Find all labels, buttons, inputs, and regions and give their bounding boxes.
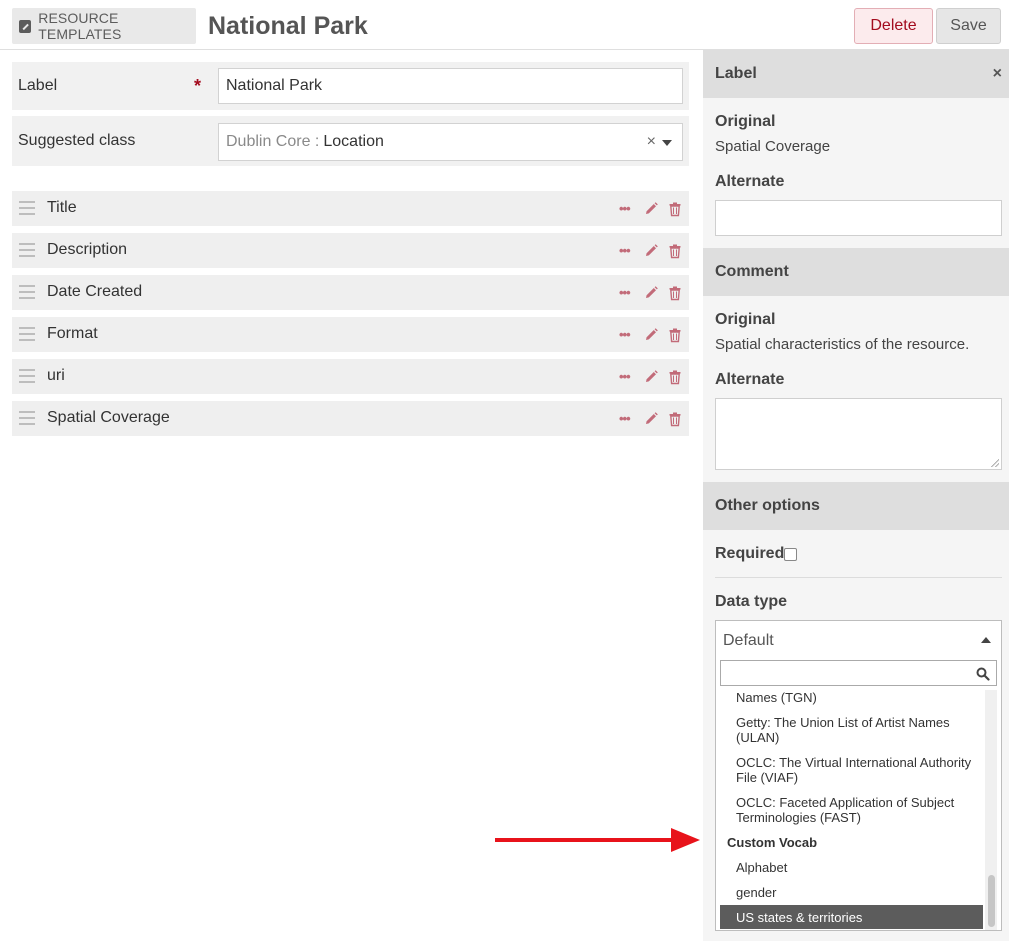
label-alternate-input[interactable]: [715, 200, 1002, 236]
dropdown-option[interactable]: Names (TGN): [720, 690, 983, 705]
property-label: Date Created: [47, 283, 143, 300]
dropdown-group-label: Custom Vocab: [727, 835, 818, 850]
save-button[interactable]: Save: [936, 8, 1001, 44]
property-actions: •••: [619, 243, 683, 259]
comment-section-title: Comment: [715, 263, 789, 280]
label-alternate-heading: Alternate: [715, 173, 785, 190]
dropdown-search-input[interactable]: [720, 660, 997, 686]
suggested-class-form-row: Suggested class Dublin Core : Location ×: [12, 116, 689, 166]
dropdown-scrollbar[interactable]: [985, 690, 997, 930]
drag-handle-icon[interactable]: [19, 411, 35, 425]
data-type-select[interactable]: Default: [715, 620, 1002, 660]
dropdown-option[interactable]: gender: [720, 885, 983, 900]
property-row[interactable]: Title •••: [12, 191, 689, 226]
drag-handle-icon[interactable]: [19, 243, 35, 257]
property-actions: •••: [619, 201, 683, 217]
trash-icon[interactable]: [667, 369, 683, 385]
trash-icon[interactable]: [667, 327, 683, 343]
other-options-heading: Other options: [703, 482, 1009, 530]
suggested-class-label: Suggested class: [18, 132, 136, 149]
pencil-icon[interactable]: [643, 369, 659, 385]
property-label: Title: [47, 199, 77, 216]
label-input[interactable]: National Park: [218, 68, 683, 104]
breadcrumb-label: RESOURCE TEMPLATES: [38, 10, 122, 42]
drag-handle-icon[interactable]: [19, 327, 35, 341]
close-icon[interactable]: ×: [993, 65, 1002, 83]
label-form-row: Label * National Park: [12, 62, 689, 110]
property-actions: •••: [619, 327, 683, 343]
resize-handle[interactable]: [991, 459, 999, 467]
property-actions: •••: [619, 369, 683, 385]
property-row[interactable]: Date Created •••: [12, 275, 689, 310]
label-original-value: Spatial Coverage: [715, 138, 831, 155]
label-field-label: Label: [18, 77, 58, 94]
trash-icon[interactable]: [667, 411, 683, 427]
trash-icon[interactable]: [667, 243, 683, 259]
data-type-dropdown: Names (TGN) Getty: The Union List of Art…: [715, 660, 1002, 931]
data-type-label: Data type: [715, 593, 788, 610]
comment-original-heading: Original: [715, 311, 776, 328]
more-options-icon[interactable]: •••: [619, 244, 635, 257]
other-options-title: Other options: [715, 497, 820, 514]
property-row[interactable]: uri •••: [12, 359, 689, 394]
label-section-heading: Label ×: [703, 50, 1009, 98]
trash-icon[interactable]: [667, 201, 683, 217]
chevron-up-icon[interactable]: [981, 637, 991, 643]
dropdown-option[interactable]: OCLC: Faceted Application of Subject Ter…: [720, 795, 983, 825]
dropdown-option-highlighted[interactable]: US states & territories: [720, 905, 983, 929]
label-original-heading: Original: [715, 113, 776, 130]
required-checkbox[interactable]: [784, 548, 797, 561]
more-options-icon[interactable]: •••: [619, 328, 635, 341]
pencil-icon[interactable]: [643, 285, 659, 301]
trash-icon[interactable]: [667, 285, 683, 301]
drag-handle-icon[interactable]: [19, 201, 35, 215]
comment-alternate-heading: Alternate: [715, 371, 785, 388]
drag-handle-icon[interactable]: [19, 369, 35, 383]
divider: [715, 577, 1002, 578]
breadcrumb-resource-templates[interactable]: RESOURCE TEMPLATES: [12, 8, 196, 44]
more-options-icon[interactable]: •••: [619, 202, 635, 215]
more-options-icon[interactable]: •••: [619, 286, 635, 299]
property-actions: •••: [619, 285, 683, 301]
red-arrow-icon: [495, 828, 700, 852]
pencil-icon[interactable]: [643, 411, 659, 427]
property-row[interactable]: Format •••: [12, 317, 689, 352]
data-type-value: Default: [723, 631, 774, 649]
class-vocabulary-prefix: Dublin Core :: [226, 133, 320, 150]
more-options-icon[interactable]: •••: [619, 370, 635, 383]
class-value: Location: [323, 133, 384, 150]
dropdown-scroll-thumb[interactable]: [988, 875, 995, 927]
pencil-icon[interactable]: [643, 243, 659, 259]
more-options-icon[interactable]: •••: [619, 412, 635, 425]
property-label: Format: [47, 325, 98, 342]
dropdown-option[interactable]: OCLC: The Virtual International Authorit…: [720, 755, 983, 785]
comment-section-heading: Comment: [703, 248, 1009, 296]
property-row[interactable]: Description •••: [12, 233, 689, 268]
property-label: uri: [47, 367, 65, 384]
edit-icon: [19, 19, 32, 33]
property-sidebar: Label × Original Spatial Coverage Altern…: [703, 50, 1009, 941]
property-actions: •••: [619, 411, 683, 427]
dropdown-option[interactable]: Alphabet: [720, 860, 983, 875]
clear-icon[interactable]: ×: [647, 133, 656, 151]
comment-alternate-textarea[interactable]: [715, 398, 1002, 470]
required-marker: *: [194, 76, 202, 96]
required-label: Required: [715, 545, 785, 562]
comment-original-value: Spatial characteristics of the resource.: [715, 336, 970, 353]
dropdown-option[interactable]: Getty: The Union List of Artist Names (U…: [720, 715, 983, 745]
chevron-down-icon[interactable]: [662, 140, 672, 146]
page-header: RESOURCE TEMPLATES National Park Delete …: [0, 0, 1009, 50]
search-icon: [976, 667, 990, 681]
label-section-title: Label: [715, 65, 757, 82]
page-title: National Park: [208, 12, 368, 40]
delete-button[interactable]: Delete: [854, 8, 933, 44]
pencil-icon[interactable]: [643, 201, 659, 217]
suggested-class-select[interactable]: Dublin Core : Location ×: [218, 123, 683, 161]
drag-handle-icon[interactable]: [19, 285, 35, 299]
property-label: Description: [47, 241, 128, 258]
property-row[interactable]: Spatial Coverage •••: [12, 401, 689, 436]
property-label: Spatial Coverage: [47, 409, 170, 426]
pencil-icon[interactable]: [643, 327, 659, 343]
